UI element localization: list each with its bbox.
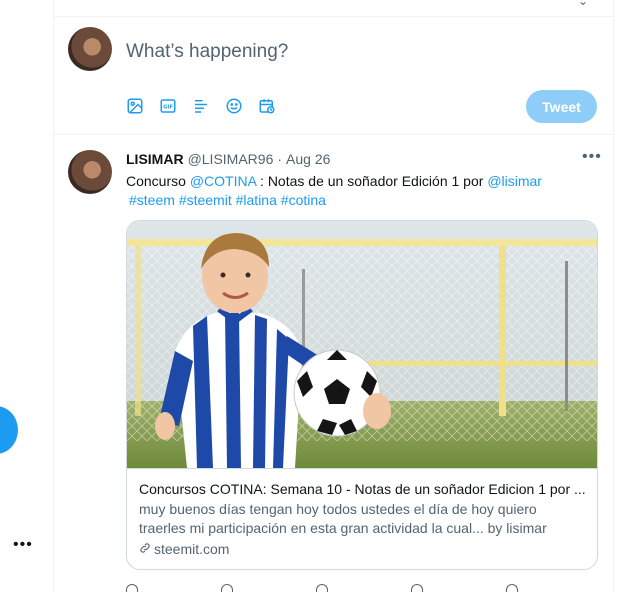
- schedule-icon[interactable]: [256, 95, 278, 117]
- mention-cotina[interactable]: @COTINA: [190, 173, 256, 189]
- hashtag-steem[interactable]: #steem: [129, 192, 175, 208]
- image-icon[interactable]: [124, 95, 146, 117]
- link-card[interactable]: Concursos COTINA: Semana 10 - Notas de u…: [126, 220, 598, 570]
- tweet-text-middle: : Notas de un soñador Edición 1 por: [256, 173, 488, 189]
- tweet-actions: [54, 584, 614, 592]
- hashtag-latina[interactable]: #latina: [236, 192, 277, 208]
- tweet-author-handle[interactable]: @LISIMAR96: [188, 151, 274, 167]
- compose-box: What’s happening? GIF Tweet: [54, 17, 614, 135]
- tweet-header: LISIMAR @LISIMAR96 · Aug 26: [126, 151, 330, 167]
- emoji-icon[interactable]: [223, 95, 245, 117]
- like-icon[interactable]: [316, 584, 328, 592]
- compose-tweet-fab[interactable]: [0, 406, 18, 454]
- svg-text:GIF: GIF: [163, 105, 173, 111]
- hashtag-cotina[interactable]: #cotina: [281, 192, 326, 208]
- card-domain-row: steemit.com: [139, 541, 587, 557]
- gif-icon[interactable]: GIF: [157, 95, 179, 117]
- meta-separator: ·: [277, 151, 283, 167]
- main-timeline: ⌄ What’s happening? GIF Tweet LISIMAR @L…: [54, 0, 614, 592]
- hashtag-steemit[interactable]: #steemit: [179, 192, 232, 208]
- more-options-icon[interactable]: •••: [13, 537, 32, 553]
- scroll-caret-icon: ⌄: [578, 0, 589, 8]
- user-avatar[interactable]: [68, 27, 112, 71]
- retweet-icon[interactable]: [221, 584, 233, 592]
- poll-icon[interactable]: [190, 95, 212, 117]
- share-icon[interactable]: [411, 584, 423, 592]
- card-description: muy buenos días tengan hoy todos ustedes…: [139, 501, 547, 536]
- reply-icon[interactable]: [126, 584, 138, 592]
- card-title[interactable]: Concursos COTINA: Semana 10 - Notas de u…: [139, 481, 587, 497]
- tweet-text: Concurso @COTINA : Notas de un soñador E…: [126, 172, 596, 210]
- tweet-date[interactable]: Aug 26: [286, 151, 330, 167]
- card-image[interactable]: [127, 221, 597, 468]
- card-domain[interactable]: steemit.com: [154, 541, 229, 557]
- analytics-icon[interactable]: [506, 584, 518, 592]
- link-icon: [139, 541, 151, 557]
- tweet-button[interactable]: Tweet: [526, 90, 597, 123]
- tweet-author-avatar[interactable]: [68, 150, 112, 194]
- tweet-author-name[interactable]: LISIMAR: [126, 151, 184, 167]
- mention-lisimar[interactable]: @lisimar: [487, 173, 542, 189]
- left-sidebar: •••: [0, 0, 54, 592]
- compose-input[interactable]: What’s happening?: [126, 41, 288, 63]
- compose-toolbar: GIF: [124, 95, 278, 117]
- tweet[interactable]: LISIMAR @LISIMAR96 · Aug 26 ••• Concurso…: [54, 136, 614, 592]
- card-body[interactable]: Concursos COTINA: Semana 10 - Notas de u…: [127, 468, 597, 569]
- tweet-more-icon[interactable]: •••: [582, 148, 602, 166]
- tweet-text-prefix: Concurso: [126, 173, 190, 189]
- hashtag-list: #steem #steemit #latina #cotina: [126, 191, 596, 210]
